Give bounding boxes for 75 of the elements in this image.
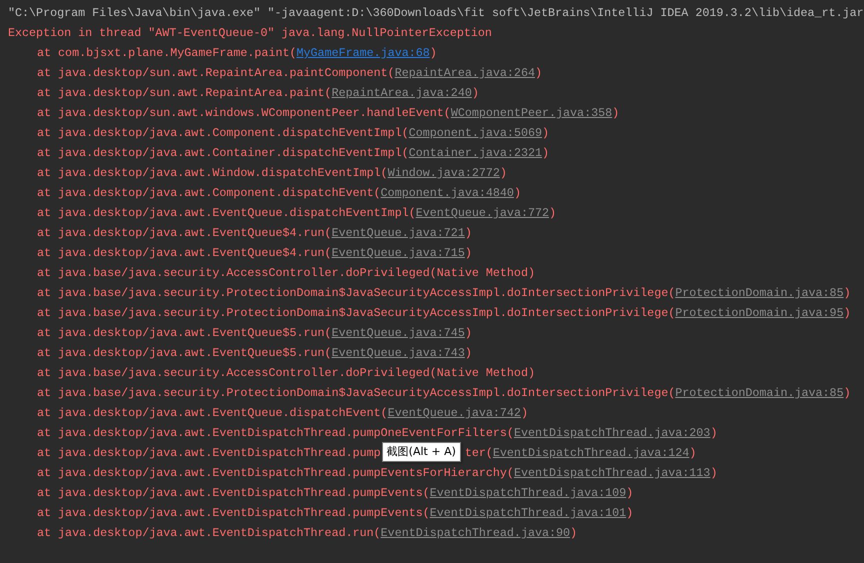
closing-parenthesis: ) — [710, 425, 718, 442]
stack-frame-text: at java.desktop/java.awt.EventQueue$5.run( — [37, 345, 332, 362]
stack-frame-text: at java.base/java.security.AccessController.doPrivileged(Native Method) — [37, 365, 535, 382]
stack-frame-text: at java.desktop/sun.awt.windows.WComponentPeer.handleEvent( — [37, 105, 451, 122]
source-link[interactable]: EventQueue.java:743 — [332, 343, 465, 363]
stack-frame-text: at java.desktop/sun.awt.RepaintArea.paintComponent( — [37, 65, 395, 82]
stack-frame-text: at java.desktop/java.awt.EventQueue.dispatchEventImpl( — [37, 205, 416, 222]
closing-parenthesis: ) — [626, 485, 634, 502]
closing-parenthesis: ) — [520, 405, 528, 422]
closing-parenthesis: ) — [549, 205, 556, 222]
closing-parenthesis: ) — [626, 505, 634, 522]
source-link[interactable]: Component.java:5069 — [408, 123, 542, 143]
source-link[interactable]: EventDispatchThread.java:101 — [430, 503, 626, 523]
stack-frame-text: at java.base/java.security.ProtectionDomain$JavaSecurityAccessImpl.doIntersectionPrivilege( — [37, 285, 676, 302]
source-link[interactable]: EventQueue.java:715 — [332, 243, 465, 263]
source-link[interactable]: EventQueue.java:772 — [416, 203, 550, 223]
source-link[interactable]: EventDispatchThread.java:203 — [514, 423, 710, 443]
stack-frame-text: at java.desktop/java.awt.EventDispatchThread.pumpEvents( — [37, 505, 430, 522]
stack-frame-text: at java.base/java.security.ProtectionDomain$JavaSecurityAccessImpl.doIntersectionPrivilege( — [37, 305, 676, 322]
source-link[interactable]: WComponentPeer.java:358 — [450, 103, 612, 123]
source-link[interactable]: EventDispatchThread.java:90 — [380, 523, 570, 543]
closing-parenthesis: ) — [542, 145, 550, 162]
source-link[interactable]: ProtectionDomain.java:85 — [675, 383, 844, 403]
stack-frame-text: at java.desktop/java.awt.EventDispatchThread.pumpEventsForHierarchy( — [37, 465, 514, 482]
closing-parenthesis: ) — [612, 105, 620, 122]
command-line: "C:\Program Files\Java\bin\java.exe" "-javaagent:D:\360Downloads\fit soft\JetBrains\IntelliJ IDEA 2019.3.2\lib\idea_rt.jar — [8, 5, 864, 22]
source-link[interactable]: MyGameFrame.java:68 — [296, 43, 430, 63]
closing-parenthesis: ) — [514, 185, 521, 202]
source-link[interactable]: RepaintArea.java:240 — [332, 83, 472, 103]
stack-frame-text: at java.desktop/java.awt.Component.dispatchEvent( — [37, 185, 381, 202]
stack-frame-text: at java.desktop/java.awt.Window.dispatchEventImpl( — [37, 165, 388, 182]
stack-frame-text: at java.desktop/java.awt.EventQueue.dispatchEvent( — [37, 405, 388, 422]
closing-parenthesis: ) — [464, 345, 472, 362]
source-link[interactable]: ProtectionDomain.java:85 — [675, 283, 844, 303]
stack-frame-text: at java.desktop/java.awt.EventDispatchThread.pumpOneEventForFilters( — [37, 425, 514, 442]
stack-frame-text: at java.desktop/java.awt.EventQueue$4.run( — [37, 245, 332, 262]
closing-parenthesis: ) — [464, 225, 472, 242]
closing-parenthesis: ) — [500, 165, 507, 182]
source-link[interactable]: EventQueue.java:742 — [388, 403, 521, 423]
closing-parenthesis: ) — [464, 325, 472, 342]
closing-parenthesis: ) — [430, 45, 437, 62]
closing-parenthesis: ) — [534, 65, 542, 82]
tooltip: 截图(Alt + A) — [382, 442, 461, 462]
stack-frame-text: at java.desktop/java.awt.EventDispatchThread.pump — [37, 445, 381, 462]
source-link[interactable]: EventQueue.java:745 — [332, 323, 465, 343]
stack-frame-text: at java.desktop/sun.awt.RepaintArea.paint( — [37, 85, 332, 102]
closing-parenthesis: ) — [472, 85, 479, 102]
stack-frame-text: at java.base/java.security.ProtectionDomain$JavaSecurityAccessImpl.doIntersectionPrivilege( — [37, 385, 676, 402]
source-link[interactable]: RepaintArea.java:264 — [394, 63, 535, 83]
closing-parenthesis: ) — [844, 285, 851, 302]
source-link[interactable]: Window.java:2772 — [388, 163, 500, 183]
stack-frame-text: at com.bjsxt.plane.MyGameFrame.paint( — [37, 45, 297, 62]
stack-frame-text: at java.desktop/java.awt.Component.dispatchEventImpl( — [37, 125, 409, 142]
exception-message: Exception in thread "AWT-EventQueue-0" java.lang.NullPointerException — [8, 25, 492, 42]
source-link[interactable]: EventQueue.java:721 — [332, 223, 465, 243]
stack-frame-text: at java.base/java.security.AccessController.doPrivileged(Native Method) — [37, 265, 535, 282]
stack-frame-text: at java.desktop/java.awt.Container.dispatchEventImpl( — [37, 145, 409, 162]
stack-frame-text: at java.desktop/java.awt.EventDispatchThread.run( — [37, 525, 381, 542]
stack-frame-text: ter( — [464, 445, 493, 462]
closing-parenthesis: ) — [844, 305, 851, 322]
stack-frame-text: at java.desktop/java.awt.EventDispatchThread.pumpEvents( — [37, 485, 430, 502]
source-link[interactable]: ProtectionDomain.java:95 — [675, 303, 844, 323]
closing-parenthesis: ) — [689, 445, 696, 462]
closing-parenthesis: ) — [570, 525, 578, 542]
stack-frame-text: at java.desktop/java.awt.EventQueue$4.run( — [37, 225, 332, 242]
closing-parenthesis: ) — [542, 125, 550, 142]
source-link[interactable]: Container.java:2321 — [408, 143, 542, 163]
source-link[interactable]: Component.java:4840 — [380, 183, 514, 203]
source-link[interactable]: EventDispatchThread.java:124 — [492, 443, 690, 463]
source-link[interactable]: EventDispatchThread.java:113 — [514, 463, 710, 483]
closing-parenthesis: ) — [844, 385, 851, 402]
stack-frame-text: at java.desktop/java.awt.EventQueue$5.run( — [37, 325, 332, 342]
source-link[interactable]: EventDispatchThread.java:109 — [430, 483, 626, 503]
closing-parenthesis: ) — [710, 465, 718, 482]
closing-parenthesis: ) — [464, 245, 472, 262]
